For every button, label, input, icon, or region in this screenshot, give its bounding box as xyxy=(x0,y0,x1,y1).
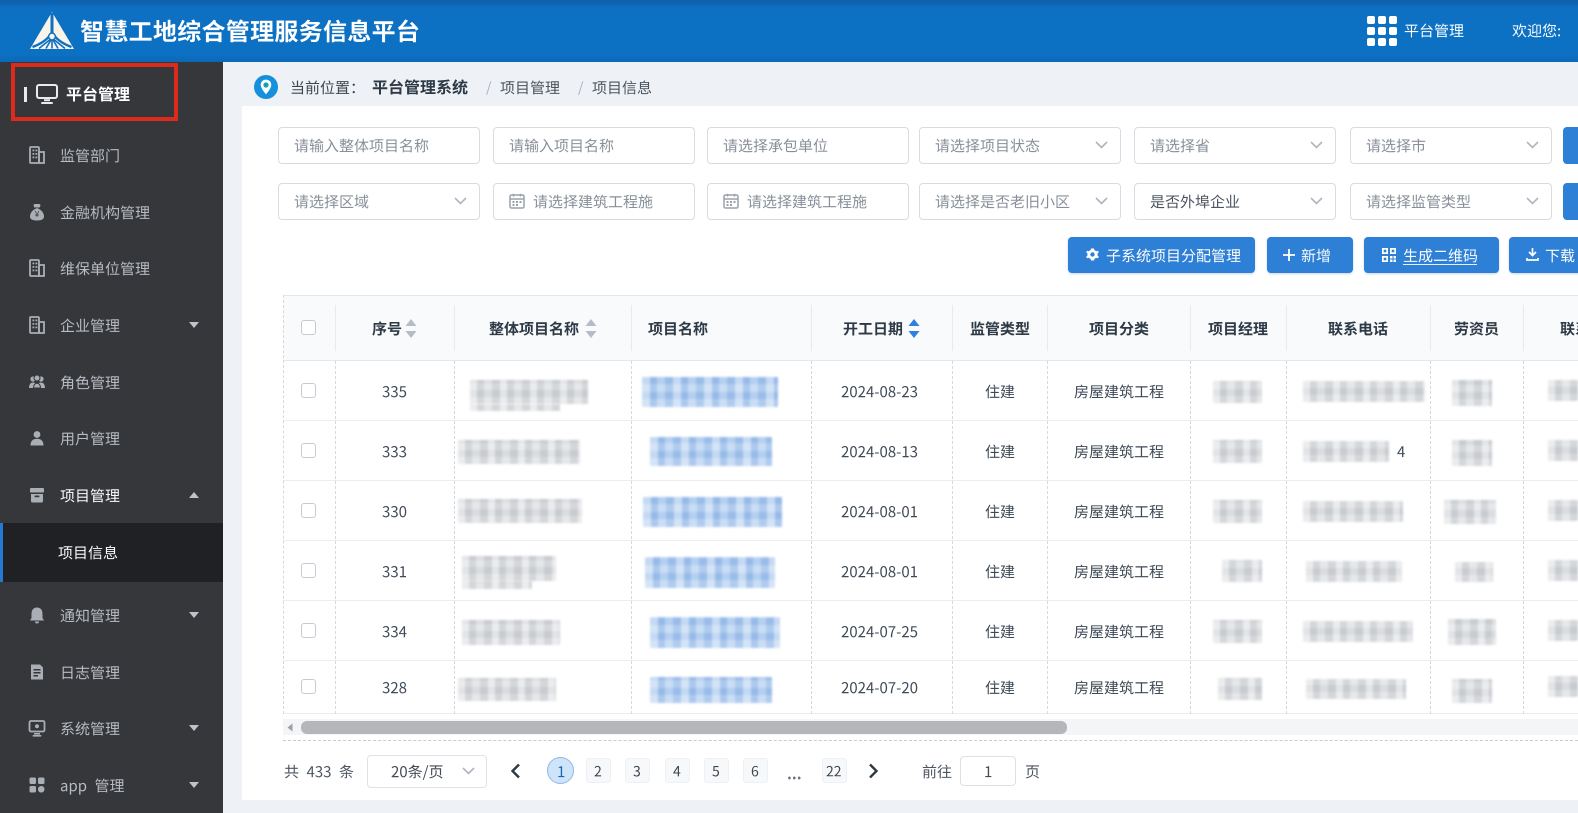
svg-text:¥: ¥ xyxy=(34,210,40,219)
